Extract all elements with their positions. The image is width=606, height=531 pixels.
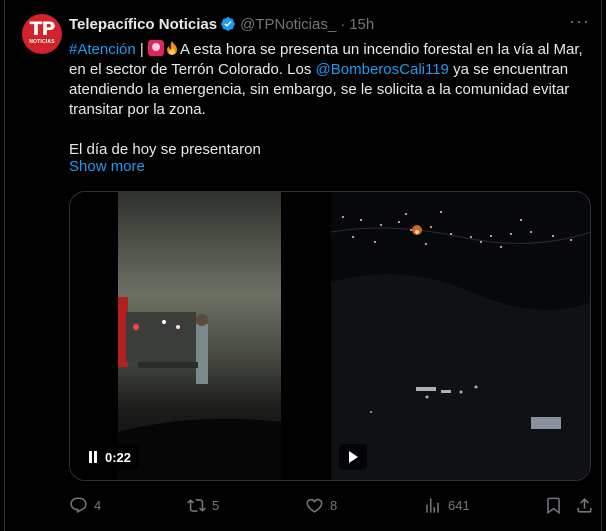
share-icon[interactable]: [575, 496, 594, 515]
play-icon[interactable]: [348, 451, 358, 463]
video-left-controls[interactable]: 0:22: [80, 444, 140, 470]
author-handle[interactable]: @TPNoticias_: [240, 16, 336, 33]
verified-badge-icon: [221, 17, 235, 31]
tweet-text: #Atención | A esta hora se presenta un i…: [69, 40, 589, 160]
avatar[interactable]: TP NOTICIAS: [22, 14, 62, 54]
video-left-timestamp: 0:22: [105, 449, 132, 465]
action-bar: 4 5 8 641: [69, 494, 595, 516]
video-right[interactable]: [331, 192, 590, 480]
repost-count: 5: [212, 497, 220, 513]
video-left-scene: [118, 192, 281, 480]
text-pipe: |: [135, 41, 148, 58]
separator-dot: ·: [340, 15, 346, 33]
video-left-frame: [118, 192, 281, 480]
more-options-icon[interactable]: ···: [569, 12, 589, 34]
avatar-logo-subtext: NOTICIAS: [29, 39, 55, 45]
view-count: 641: [448, 497, 470, 513]
avatar-logo-text: TP: [29, 18, 56, 40]
post-time[interactable]: 15h: [349, 16, 374, 33]
mention-link[interactable]: @BomberosCali119: [316, 61, 449, 78]
tweet-header: Telepacífico Noticias @TPNoticias_ · 15h: [69, 14, 589, 34]
pause-icon[interactable]: [88, 451, 98, 463]
reply-icon[interactable]: [69, 496, 88, 515]
reply-count: 4: [94, 497, 102, 513]
video-right-play-button[interactable]: [339, 444, 367, 470]
video-left[interactable]: 0:22: [70, 192, 331, 480]
text-part-3: El día de hoy se presentaron: [69, 141, 261, 158]
show-more-link[interactable]: Show more: [69, 158, 145, 175]
fire-emoji-icon: [166, 41, 177, 55]
like-count: 8: [330, 497, 338, 513]
media-container: 0:22: [69, 191, 591, 481]
heart-icon[interactable]: [305, 496, 324, 515]
repost-icon[interactable]: [187, 496, 206, 515]
video-right-scene: [331, 192, 590, 480]
bookmark-icon[interactable]: [544, 496, 563, 515]
tweet-card[interactable]: TP NOTICIAS Telepacífico Noticias @TPNot…: [4, 0, 602, 531]
repost-action[interactable]: 5: [187, 496, 219, 515]
views-chart-icon[interactable]: [423, 496, 442, 515]
rotating-light-emoji-icon: [147, 40, 164, 56]
hashtag-link[interactable]: #Atención: [69, 41, 136, 58]
like-action[interactable]: 8: [305, 496, 337, 515]
reply-action[interactable]: 4: [69, 496, 101, 515]
views-action[interactable]: 641: [423, 496, 470, 515]
author-name[interactable]: Telepacífico Noticias: [69, 16, 217, 33]
